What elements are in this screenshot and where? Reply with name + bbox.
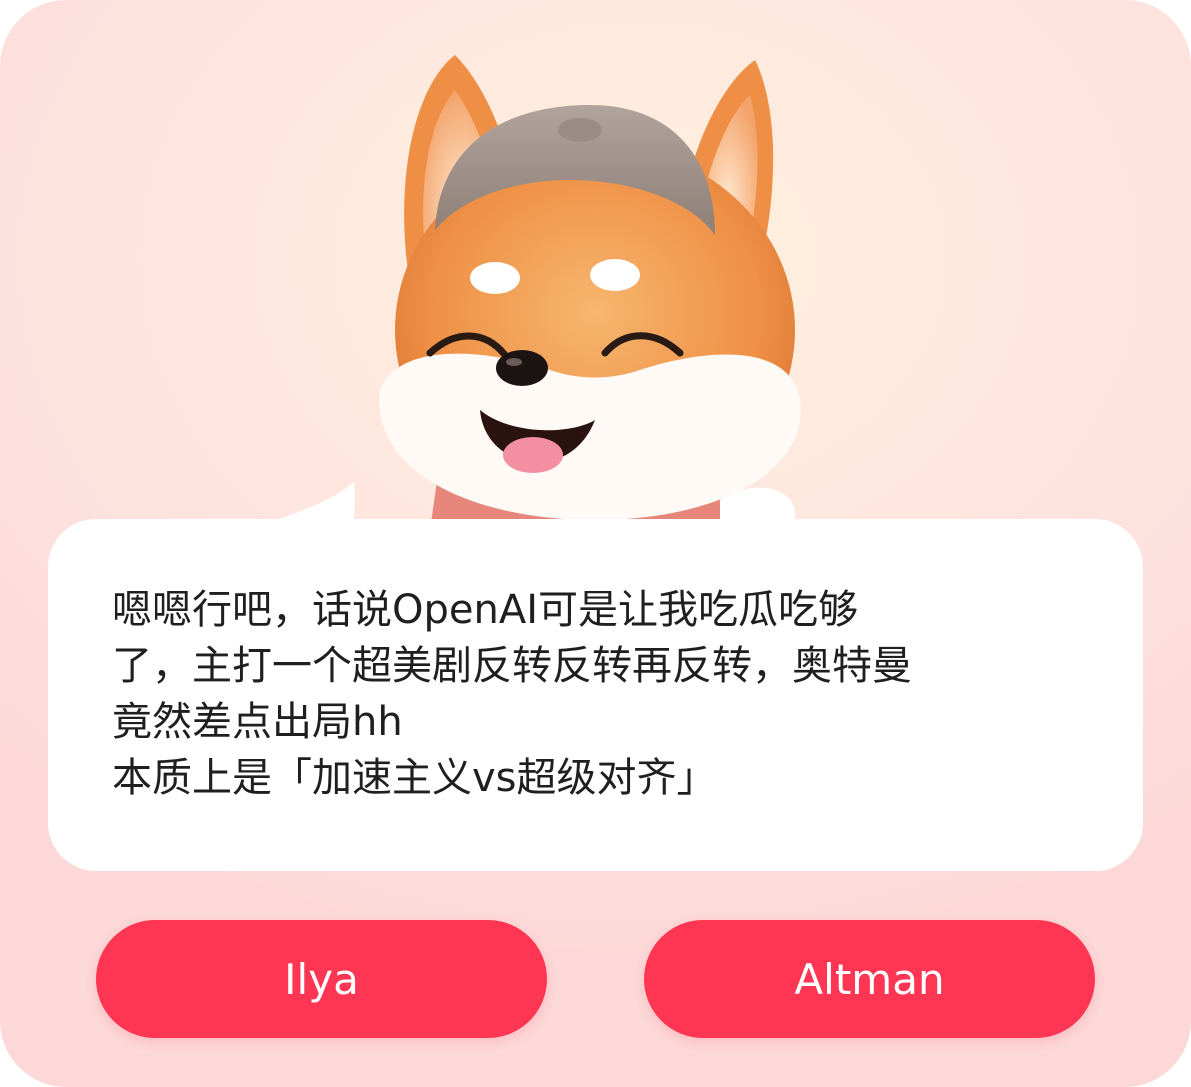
- shiba-mascot-icon: [379, 55, 801, 530]
- choice-ilya-button[interactable]: Ilya: [96, 920, 547, 1038]
- dialog-message: 嗯嗯行吧，话说OpenAI可是让我吃瓜吃够 了，主打一个超美剧反转反转再反转，奥…: [112, 587, 912, 801]
- choice-altman-button[interactable]: Altman: [644, 920, 1095, 1038]
- dialog-card: 嗯嗯行吧，话说OpenAI可是让我吃瓜吃够 了，主打一个超美剧反转反转再反转，奥…: [0, 0, 1191, 1087]
